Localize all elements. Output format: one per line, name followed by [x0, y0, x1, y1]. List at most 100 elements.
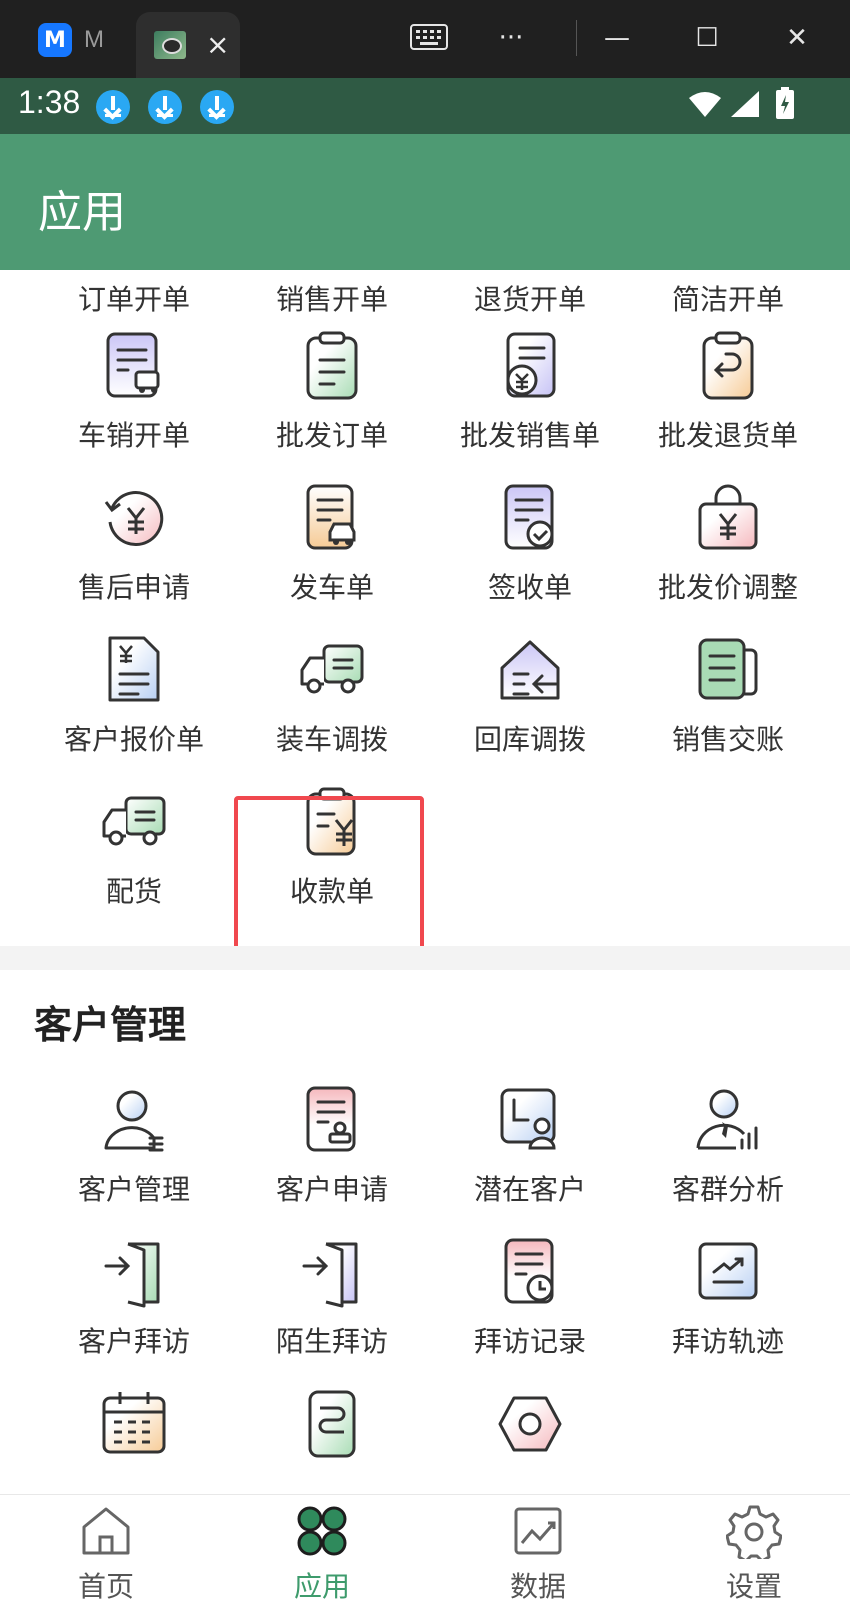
grid-item-hexagon[interactable] — [424, 1388, 636, 1460]
battery-icon — [776, 87, 794, 119]
window-chrome: M M × ··· — ☐ ✕ — [0, 0, 850, 78]
grid-item-label: 潜在客户 — [473, 1173, 586, 1206]
grid-item-shou-hou-shen-qing[interactable]: 售后申请 — [28, 482, 240, 606]
grid-item-ke-hu-bai-fang[interactable]: 客户拜访 — [28, 1236, 240, 1360]
nav-apps[interactable]: 应用 — [262, 1503, 382, 1605]
hexagon-icon — [498, 1396, 562, 1452]
grid-item-label: 客户拜访 — [77, 1325, 190, 1358]
nav-label: 设置 — [725, 1570, 782, 1603]
grid-item-ke-hu-guan-li[interactable]: 客户管理 — [28, 1084, 240, 1208]
grid-item-label: 客户报价单 — [63, 723, 204, 756]
app-header: 应用 — [0, 134, 850, 270]
grid-item-label: 客户申请 — [275, 1173, 388, 1206]
nav-label: 应用 — [293, 1570, 350, 1603]
grid-item-label: 订单开单 — [77, 283, 190, 316]
grid-item-label: 装车调拨 — [275, 723, 388, 756]
grid-item-hui-ku-diao-bo[interactable]: 回库调拨 — [424, 634, 636, 758]
close-window-button[interactable]: ✕ — [772, 16, 822, 60]
download-icon — [96, 90, 130, 124]
nav-home[interactable]: 首页 — [46, 1503, 166, 1605]
grid-item-label: 批发订单 — [275, 419, 388, 452]
grid-item-ke-hu-bao-jia-dan[interactable]: 客户报价单 — [28, 634, 240, 758]
grid-item-label: 拜访轨迹 — [671, 1325, 784, 1358]
grid-item-label: 批发退货单 — [657, 419, 798, 452]
grid-item-pi-fa-xiao-shou-dan[interactable]: 批发销售单 — [424, 330, 636, 454]
grid-item-pi-fa-tui-huo-dan[interactable]: 批发退货单 — [622, 330, 834, 454]
grid-item-label: 客群分析 — [671, 1173, 784, 1206]
clipboard-icon — [306, 331, 358, 400]
tab-close-icon[interactable]: × — [206, 31, 229, 59]
more-options-icon[interactable]: ··· — [486, 16, 536, 60]
browser-tab-1[interactable]: M M — [28, 14, 128, 66]
grid-item-label: 配货 — [105, 875, 162, 908]
browser-tab-2[interactable]: × — [136, 12, 240, 78]
keyboard-icon[interactable] — [410, 24, 448, 50]
grid-item-label: 发车单 — [289, 571, 374, 604]
grid-item-qian-zai-ke-hu[interactable]: 潜在客户 — [424, 1084, 636, 1208]
door-enter-icon — [104, 1242, 160, 1308]
grid-item-qian-shou-dan[interactable]: 签收单 — [424, 482, 636, 606]
grid-item-xiao-shou-jiao-zhang[interactable]: 销售交账 — [622, 634, 834, 758]
app-content[interactable]: 订单开单 销售开单 退货开单 简洁开单 车销开单 批发订单 批发销售单 批发退货… — [0, 270, 850, 1494]
door-enter-icon — [302, 1242, 358, 1308]
user-list-icon — [104, 1090, 164, 1152]
document-yuan-icon — [506, 332, 556, 398]
section-title-customer: 客户管理 — [34, 1003, 187, 1047]
tab-1-title: M — [84, 26, 104, 53]
section-divider — [0, 946, 850, 970]
grid-item-bai-fang-gui-ji[interactable]: 拜访轨迹 — [622, 1236, 834, 1360]
chart-icon — [514, 1507, 562, 1555]
grid-item-fa-che-dan[interactable]: 发车单 — [226, 482, 438, 606]
status-bar: 1:38 — [0, 78, 850, 134]
route-icon — [308, 1390, 356, 1458]
grid-item-pi-fa-ding-dan[interactable]: 批发订单 — [226, 330, 438, 454]
yuan-refund-icon — [104, 491, 164, 547]
download-icon — [200, 90, 234, 124]
ledger-icon — [698, 638, 758, 700]
grid-item-label: 陌生拜访 — [275, 1325, 388, 1358]
potential-customer-icon — [500, 1088, 556, 1150]
user-chart-icon — [696, 1089, 758, 1150]
grid-item-zhuang-che-diao-bo[interactable]: 装车调拨 — [226, 634, 438, 758]
grid-item-ke-qun-fen-xi[interactable]: 客群分析 — [622, 1084, 834, 1208]
document-stamp-icon — [306, 1086, 356, 1152]
grid-item[interactable]: 订单开单 — [28, 270, 240, 318]
grid-item-label: 批发销售单 — [459, 419, 600, 452]
nav-label: 首页 — [77, 1570, 134, 1603]
app-logo-icon: M — [38, 23, 72, 57]
grid-item[interactable]: 简洁开单 — [622, 270, 834, 318]
grid-item-calendar[interactable] — [28, 1388, 240, 1460]
nav-data[interactable]: 数据 — [478, 1503, 598, 1605]
price-sheet-icon — [108, 636, 160, 702]
tab-thumbnail-icon — [154, 31, 186, 59]
gear-icon — [726, 1505, 782, 1559]
grid-item-label: 批发价调整 — [657, 571, 798, 604]
grid-item-label: 回库调拨 — [473, 723, 586, 756]
grid-item-bai-fang-ji-lu[interactable]: 拜访记录 — [424, 1236, 636, 1360]
clipboard-return-icon — [702, 331, 754, 400]
grid-item-label: 签收单 — [487, 571, 572, 604]
minimize-button[interactable]: — — [592, 16, 642, 60]
grid-item-pi-fa-jia-tiao-zheng[interactable]: 批发价调整 — [622, 482, 834, 606]
document-check-icon — [504, 484, 554, 550]
maximize-button[interactable]: ☐ — [682, 16, 732, 60]
calendar-icon — [102, 1392, 166, 1454]
grid-item-label: 售后申请 — [77, 571, 190, 604]
grid-item-mo-sheng-bai-fang[interactable]: 陌生拜访 — [226, 1236, 438, 1360]
grid-item-label: 退货开单 — [473, 283, 586, 316]
nav-settings[interactable]: 设置 — [694, 1503, 814, 1605]
grid-item-route[interactable] — [226, 1388, 438, 1460]
grid-item-label: 简洁开单 — [671, 283, 784, 316]
grid-item[interactable]: 销售开单 — [226, 270, 438, 318]
chrome-separator — [576, 20, 577, 56]
wifi-icon — [689, 92, 721, 117]
grid-item[interactable]: 退货开单 — [424, 270, 636, 318]
grid-item-pei-huo[interactable]: 配货 — [28, 786, 240, 910]
grid-item-ke-hu-shen-qing[interactable]: 客户申请 — [226, 1084, 438, 1208]
document-truck-icon — [106, 332, 160, 398]
grid-item-label: 销售交账 — [671, 723, 784, 756]
bottom-nav: 首页 应用 数据 设置 — [0, 1494, 850, 1606]
grid-item-label: 销售开单 — [275, 283, 388, 316]
page-title: 应用 — [38, 187, 126, 238]
grid-item-che-xiao-kai-dan[interactable]: 车销开单 — [28, 330, 240, 454]
